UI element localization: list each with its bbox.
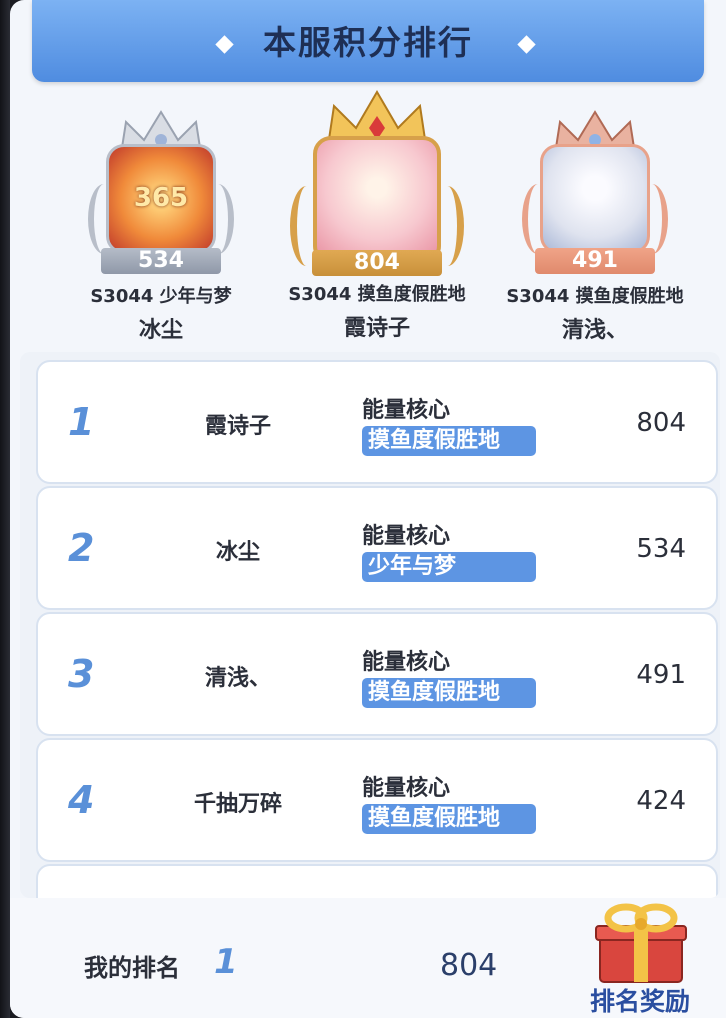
ranking-list[interactable]: 1 霞诗子 能量核心 摸鱼度假胜地 804 2 冰尘 能量核心 少年与梦 534… — [20, 352, 720, 898]
ranking-panel: 本服积分排行 365 534 S3044 少年与梦 冰尘 804 S3044 摸… — [10, 0, 726, 1018]
server-guild-line: S3044 少年与梦 — [66, 282, 256, 308]
row-score: 491 — [636, 660, 686, 690]
guild-tag: 摸鱼度假胜地 — [362, 804, 536, 834]
guild-name: 摸鱼度假胜地 — [357, 284, 466, 305]
player-name: 霞诗子 — [204, 414, 271, 439]
score-badge: 534 — [101, 248, 221, 274]
row-score: 424 — [636, 786, 686, 816]
player-name: 冰尘 — [138, 318, 183, 343]
row-score: 804 — [636, 408, 686, 438]
guild-tag: 摸鱼度假胜地 — [362, 426, 536, 456]
player-name: 冰尘 — [215, 540, 260, 565]
server-id: S3044 — [288, 284, 352, 305]
score-badge: 491 — [535, 248, 655, 274]
energy-core-label: 能量核心 — [362, 650, 451, 675]
player-avatar: 365 — [106, 144, 216, 254]
rank-number: 4 — [68, 778, 95, 822]
laurel-right-icon — [202, 184, 234, 254]
my-rank-value: 1 — [214, 942, 238, 982]
podium-second[interactable]: 365 534 S3044 少年与梦 冰尘 — [66, 110, 256, 344]
guild-name: 少年与梦 — [159, 286, 232, 307]
row-score: 534 — [636, 534, 686, 564]
avatar-overlay-text: 365 — [133, 183, 189, 213]
gift-box-icon — [595, 903, 687, 983]
score-badge: 804 — [312, 250, 442, 276]
rank-number: 1 — [68, 400, 95, 444]
page-title: 本服积分排行 — [263, 23, 473, 62]
rank-reward-button[interactable]: 排名奖励 — [580, 902, 700, 1016]
guild-tag: 少年与梦 — [362, 552, 536, 582]
laurel-left-icon — [522, 184, 554, 254]
player-avatar — [540, 144, 650, 254]
ranking-row[interactable]: 1 霞诗子 能量核心 摸鱼度假胜地 804 — [36, 360, 718, 484]
player-name: 千抽万碎 — [193, 792, 282, 817]
laurel-left-icon — [88, 184, 120, 254]
rank-reward-label: 排名奖励 — [589, 987, 690, 1016]
ranking-row[interactable]: 3 清浅、 能量核心 摸鱼度假胜地 491 — [36, 612, 718, 736]
my-rank-footer: 我的排名 1 804 排名奖励 — [10, 898, 726, 1018]
player-name: 清浅、 — [561, 318, 628, 343]
player-name: 清浅、 — [204, 666, 271, 691]
energy-core-label: 能量核心 — [362, 398, 451, 423]
laurel-right-icon — [636, 184, 668, 254]
server-guild-line: S3044 摸鱼度假胜地 — [490, 282, 700, 308]
my-score-value: 804 — [440, 948, 498, 983]
player-name: 霞诗子 — [343, 316, 410, 341]
podium-first[interactable]: 804 S3044 摸鱼度假胜地 霞诗子 — [272, 90, 482, 342]
energy-core-label: 能量核心 — [362, 776, 451, 801]
server-id: S3044 — [506, 286, 570, 307]
server-guild-line: S3044 摸鱼度假胜地 — [272, 280, 482, 306]
my-rank-label: 我的排名 — [84, 954, 180, 982]
energy-core-label: 能量核心 — [362, 524, 451, 549]
ranking-row[interactable]: 2 冰尘 能量核心 少年与梦 534 — [36, 486, 718, 610]
left-edge-divider — [0, 0, 10, 1018]
rank-number: 3 — [68, 652, 95, 696]
ranking-row[interactable]: 4 千抽万碎 能量核心 摸鱼度假胜地 424 — [36, 738, 718, 862]
player-avatar — [313, 136, 441, 264]
guild-tag: 摸鱼度假胜地 — [362, 678, 536, 708]
podium-third[interactable]: 491 S3044 摸鱼度假胜地 清浅、 — [490, 110, 700, 344]
guild-name: 摸鱼度假胜地 — [575, 286, 684, 307]
title-bar: 本服积分排行 — [32, 0, 704, 82]
server-id: S3044 — [90, 286, 154, 307]
rank-number: 2 — [68, 526, 95, 570]
ranking-row-partial[interactable] — [36, 864, 718, 898]
